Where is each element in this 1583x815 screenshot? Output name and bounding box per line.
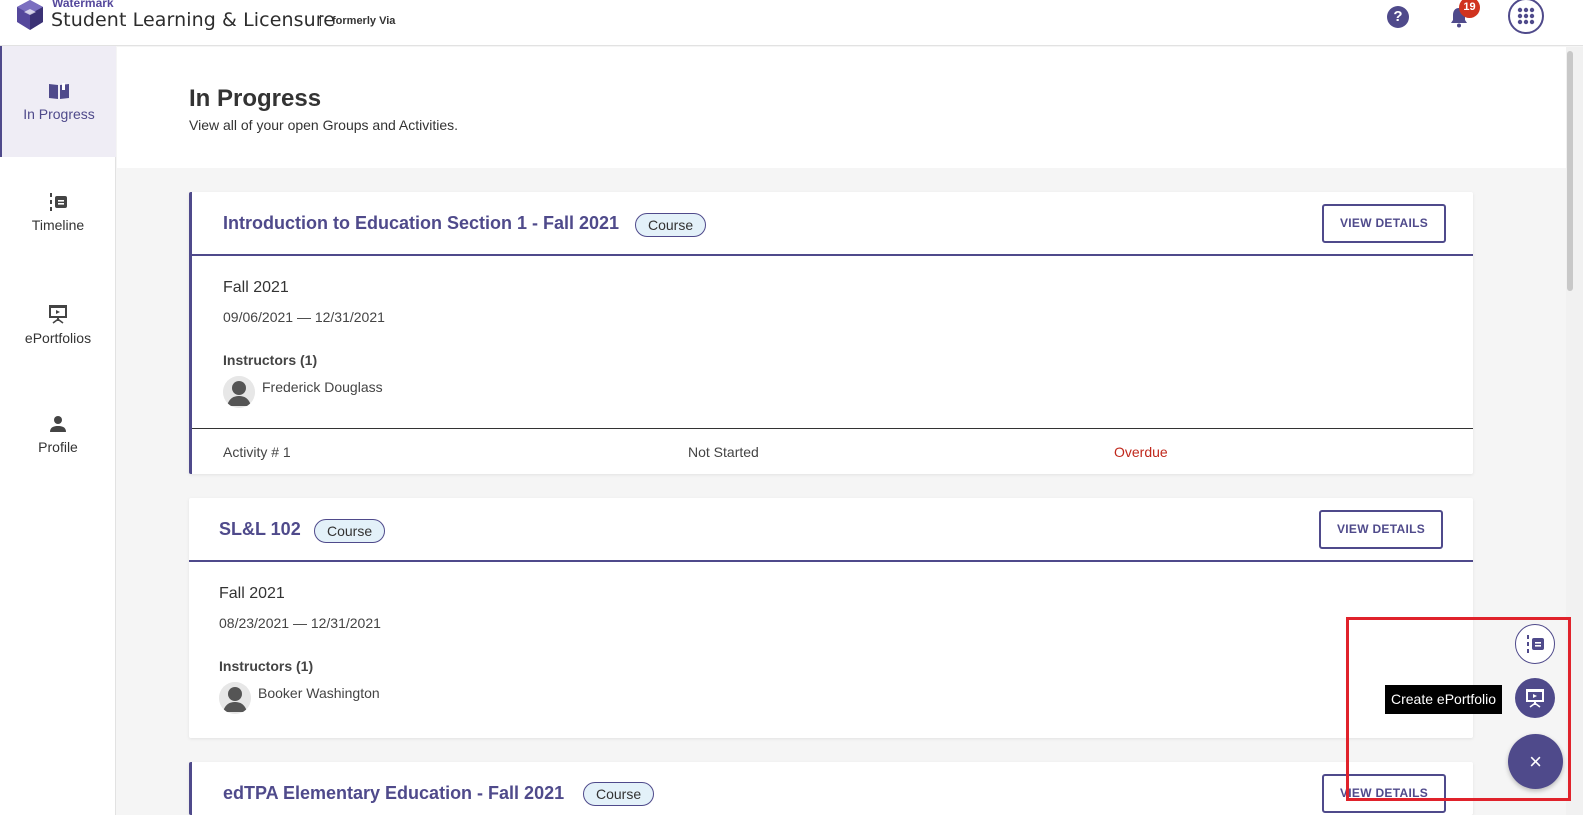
formerly-label: formerly Via bbox=[332, 15, 396, 27]
view-details-button[interactable]: VIEW DETAILS bbox=[1319, 510, 1443, 549]
sidebar-nav: In Progress Timeline ePortfolios Profile bbox=[0, 46, 116, 815]
avatar bbox=[223, 376, 255, 408]
highlight-annotation-box bbox=[1346, 617, 1571, 801]
app-title: Student Learning & Licensure bbox=[51, 9, 336, 31]
sidebar-item-label: Profile bbox=[38, 439, 78, 455]
sidebar-item-eportfolios[interactable]: ePortfolios bbox=[0, 268, 116, 379]
app-launcher-button[interactable] bbox=[1508, 0, 1544, 34]
top-bar: Watermark™ Student Learning & Licensure … bbox=[0, 0, 1583, 46]
instructor-name: Frederick Douglass bbox=[262, 379, 383, 395]
person-icon bbox=[50, 416, 66, 432]
card-header: SL&L 102 Course VIEW DETAILS bbox=[189, 498, 1473, 562]
card-title[interactable]: Introduction to Education Section 1 - Fa… bbox=[223, 213, 619, 234]
instructors-label: Instructors (1) bbox=[223, 352, 318, 368]
course-card: Introduction to Education Section 1 - Fa… bbox=[189, 192, 1473, 474]
avatar bbox=[219, 682, 251, 714]
course-chip: Course bbox=[635, 213, 707, 237]
brand-divider bbox=[320, 15, 321, 26]
activity-status: Not Started bbox=[688, 444, 759, 460]
activity-row[interactable]: Activity # 1 Not Started Overdue bbox=[192, 428, 1473, 474]
sidebar-item-label: ePortfolios bbox=[24, 330, 92, 346]
presentation-icon bbox=[49, 305, 67, 324]
scrollbar-thumb[interactable] bbox=[1567, 51, 1573, 291]
page-subtitle: View all of your open Groups and Activit… bbox=[189, 117, 459, 133]
notification-count-badge: 19 bbox=[1459, 0, 1480, 18]
card-header: Introduction to Education Section 1 - Fa… bbox=[192, 192, 1473, 256]
course-chip: Course bbox=[314, 519, 386, 543]
timeline-icon bbox=[50, 193, 67, 211]
watermark-logo-icon bbox=[17, 0, 43, 30]
card-title[interactable]: edTPA Elementary Education - Fall 2021 bbox=[223, 783, 564, 804]
activity-name: Activity # 1 bbox=[223, 444, 291, 460]
view-details-button[interactable]: VIEW DETAILS bbox=[1322, 204, 1446, 243]
course-chip: Course bbox=[583, 782, 655, 806]
help-icon[interactable]: ? bbox=[1387, 6, 1409, 28]
book-icon bbox=[49, 83, 69, 99]
sidebar-item-timeline[interactable]: Timeline bbox=[0, 157, 116, 268]
sidebar-item-label: In Progress bbox=[23, 106, 95, 122]
card-title[interactable]: SL&L 102 bbox=[219, 519, 301, 540]
course-card: edTPA Elementary Education - Fall 2021 C… bbox=[189, 762, 1473, 815]
instructor-name: Booker Washington bbox=[258, 685, 380, 701]
avatar-person-icon bbox=[223, 376, 255, 408]
date-range: 08/23/2021 — 12/31/2021 bbox=[219, 615, 381, 631]
grid-icon bbox=[1517, 7, 1535, 25]
course-card: SL&L 102 Course VIEW DETAILS Fall 2021 0… bbox=[189, 498, 1473, 738]
card-header: edTPA Elementary Education - Fall 2021 C… bbox=[192, 762, 1473, 815]
sidebar-item-profile[interactable]: Profile bbox=[0, 379, 116, 490]
sidebar-item-in-progress[interactable]: In Progress bbox=[0, 46, 116, 157]
avatar-person-icon bbox=[219, 682, 251, 714]
page-header: In Progress View all of your open Groups… bbox=[117, 47, 1566, 168]
instructors-label: Instructors (1) bbox=[219, 658, 314, 674]
term-label: Fall 2021 bbox=[223, 279, 289, 296]
activity-due-status: Overdue bbox=[1114, 444, 1168, 460]
date-range: 09/06/2021 — 12/31/2021 bbox=[223, 309, 385, 325]
page-title: In Progress bbox=[189, 85, 322, 112]
term-label: Fall 2021 bbox=[219, 585, 285, 602]
sidebar-item-label: Timeline bbox=[31, 217, 85, 233]
